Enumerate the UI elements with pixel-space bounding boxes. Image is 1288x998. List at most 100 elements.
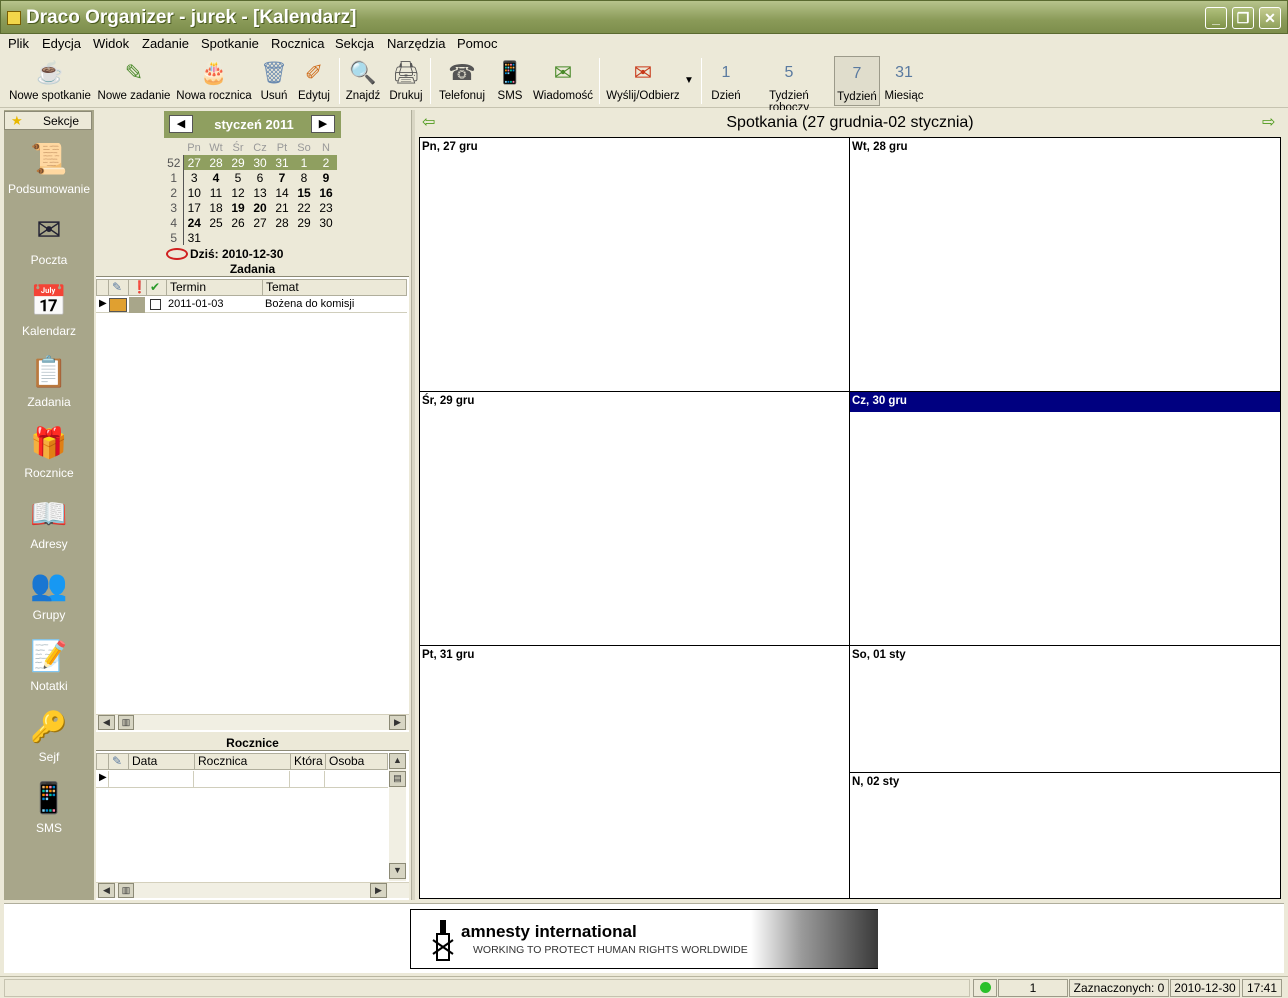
calendar-day[interactable]: 8 [293,170,315,185]
calendar-day[interactable]: 9 [315,170,337,185]
find-button[interactable]: 🔍 Znajdź [344,56,382,106]
calendar-day[interactable]: 23 [315,200,337,215]
calendar-day[interactable]: 15 [293,185,315,200]
section-poczta[interactable]: ✉ Poczta [4,207,94,278]
section-notatki[interactable]: 📝 Notatki [4,633,94,704]
menu-widok[interactable]: Widok [93,36,129,51]
calendar-day[interactable]: 24 [183,215,205,230]
day-view-button[interactable]: 1 Dzień [706,56,746,106]
tasks-horizontal-scrollbar[interactable]: ◀ ▥ ▶ [96,714,409,730]
send-receive-button[interactable]: ✉ Wyślij/Odbierz [605,56,681,106]
calendar-day[interactable]: 31 [183,230,205,245]
new-anniversary-button[interactable]: 🎂 Nowa rocznica [174,56,254,106]
day-cell-mon[interactable]: Pn, 27 gru [419,137,850,392]
menu-pomoc[interactable]: Pomoc [457,36,497,51]
new-task-button[interactable]: ✎ Nowe zadanie [96,56,172,106]
section-podsumowanie[interactable]: 📜 Podsumowanie [4,136,94,207]
task-complete-checkbox[interactable] [150,299,161,310]
calendar-day[interactable]: 19 [227,200,249,215]
calendar-day[interactable]: 6 [249,170,271,185]
column-ktora[interactable]: Która [291,754,326,770]
scroll-thumb[interactable]: ▥ [118,883,134,898]
calendar-day[interactable]: 31 [271,155,293,170]
column-rocznica[interactable]: Rocznica [195,754,291,770]
section-sms[interactable]: 📱 SMS [4,775,94,846]
scroll-right-button[interactable]: ▶ [389,715,406,730]
scroll-left-button[interactable]: ◀ [98,715,115,730]
scroll-up-button[interactable]: ▲ [389,753,406,769]
table-row[interactable]: ▶ [96,771,388,788]
scroll-thumb[interactable]: ▤ [389,771,406,787]
menu-edycja[interactable]: Edycja [42,36,81,51]
calendar-day[interactable]: 29 [293,215,315,230]
section-zadania[interactable]: 📋 Zadania [4,349,94,420]
calendar-day[interactable]: 14 [271,185,293,200]
next-week-arrow-icon[interactable]: ⇨ [1262,115,1278,131]
priority-icon[interactable]: ❗ [129,280,147,296]
calendar-day[interactable]: 30 [249,155,271,170]
calendar-day[interactable]: 21 [271,200,293,215]
maximize-button[interactable]: ❐ [1232,7,1254,29]
sections-header[interactable]: ★ Sekcje [4,111,92,130]
scroll-thumb[interactable]: ▥ [118,715,134,730]
calendar-day[interactable]: 17 [183,200,205,215]
day-cell-tue[interactable]: Wt, 28 gru [849,137,1281,392]
anniversaries-vertical-scrollbar[interactable]: ▲ ▤ ▼ [389,753,406,881]
completed-check-icon[interactable]: ✔ [147,280,167,296]
day-cell-fri[interactable]: Pt, 31 gru [419,645,850,899]
calendar-day[interactable]: 28 [271,215,293,230]
calendar-day[interactable]: 7 [271,170,293,185]
month-view-button[interactable]: 31 Miesiąc [882,56,926,106]
calendar-day[interactable]: 28 [205,155,227,170]
app-icon[interactable] [7,11,21,25]
task-type-icon[interactable]: ✎ [109,280,129,296]
day-cell-wed[interactable]: Śr, 29 gru [419,391,850,646]
calendar-day[interactable]: 16 [315,185,337,200]
minimize-button[interactable]: _ [1205,7,1227,29]
calendar-day[interactable]: 5 [227,170,249,185]
calendar-day[interactable]: 27 [183,155,205,170]
call-button[interactable]: ☎ Telefonuj [436,56,488,106]
calendar-day[interactable]: 29 [227,155,249,170]
day-cell-sat[interactable]: So, 01 sty [849,645,1281,773]
delete-button[interactable]: 🗑 Usuń [256,56,292,106]
calendar-day[interactable]: 20 [249,200,271,215]
edit-button[interactable]: ✐ Edytuj [294,56,334,106]
section-sejf[interactable]: 🔑 Sejf [4,704,94,775]
sms-button[interactable]: 📱 SMS [492,56,528,106]
calendar-day[interactable]: 3 [183,170,205,185]
menu-plik[interactable]: Plik [8,36,29,51]
calendar-day[interactable]: 27 [249,215,271,230]
calendar-day[interactable]: 12 [227,185,249,200]
menu-narzedzia[interactable]: Narzędzia [387,36,446,51]
calendar-day[interactable]: 11 [205,185,227,200]
section-grupy[interactable]: 👥 Grupy [4,562,94,633]
prev-month-button[interactable]: ◀ [169,115,193,133]
column-termin[interactable]: Termin [167,280,263,296]
calendar-day[interactable]: 10 [183,185,205,200]
calendar-day[interactable]: 26 [227,215,249,230]
panel-splitter[interactable] [411,110,415,900]
calendar-day[interactable]: 25 [205,215,227,230]
menu-spotkanie[interactable]: Spotkanie [201,36,259,51]
section-kalendarz[interactable]: 📅 Kalendarz [4,278,94,349]
scroll-right-button[interactable]: ▶ [370,883,387,898]
menu-rocznica[interactable]: Rocznica [271,36,324,51]
column-data[interactable]: Data [129,754,195,770]
scroll-left-button[interactable]: ◀ [98,883,115,898]
section-rocznice[interactable]: 🎁 Rocznice [4,420,94,491]
calendar-day[interactable]: 13 [249,185,271,200]
send-receive-dropdown[interactable]: ▼ [682,56,696,106]
table-row[interactable]: ▶ 2011-01-03 Bożena do komisji [96,297,407,313]
message-button[interactable]: ✉ Wiadomość [532,56,594,106]
anniversary-type-icon[interactable]: ✎ [109,754,129,770]
scroll-down-button[interactable]: ▼ [389,863,406,879]
calendar-day[interactable]: 1 [293,155,315,170]
day-cell-thu[interactable]: Cz, 30 gru [849,391,1281,646]
menu-sekcja[interactable]: Sekcja [335,36,374,51]
ad-banner[interactable]: amnesty international WORKING TO PROTECT… [410,909,878,969]
calendar-day[interactable]: 30 [315,215,337,230]
anniversaries-horizontal-scrollbar[interactable]: ◀ ▥ ▶ [96,882,409,898]
calendar-day[interactable]: 2 [315,155,337,170]
print-button[interactable]: 🖨 Drukuj [386,56,426,106]
